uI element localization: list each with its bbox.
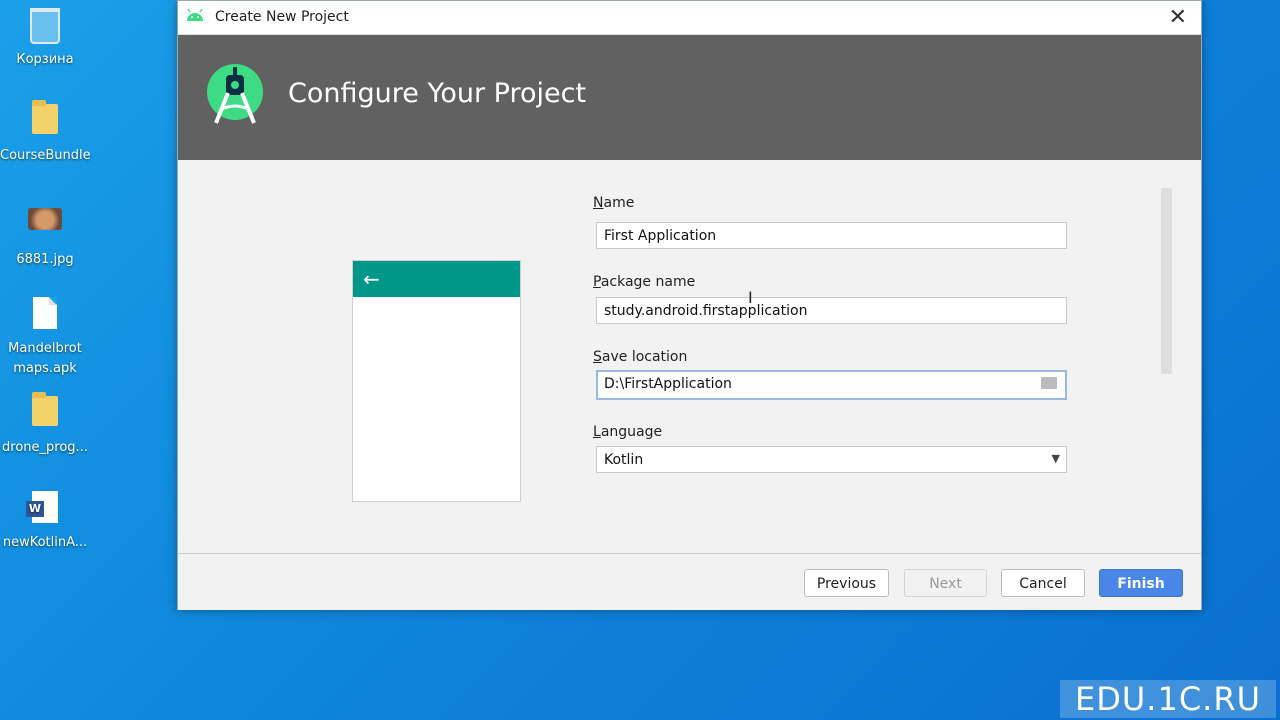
dialog-footer: Previous Next Cancel Finish bbox=[178, 553, 1201, 610]
folder-icon bbox=[25, 100, 65, 144]
header-banner: Configure Your Project bbox=[178, 35, 1201, 160]
desktop-icon-label: drone_prog... bbox=[2, 440, 88, 455]
page-title: Configure Your Project bbox=[288, 78, 587, 109]
name-label: Name bbox=[593, 195, 635, 211]
dialog-title: Create New Project bbox=[215, 9, 349, 25]
language-select[interactable]: Kotlin ▼ bbox=[596, 446, 1067, 473]
browse-folder-icon[interactable] bbox=[1041, 377, 1057, 389]
package-name-label: Package name bbox=[593, 274, 696, 290]
folder-icon bbox=[25, 392, 65, 436]
back-arrow-icon: ← bbox=[363, 267, 380, 291]
package-name-input[interactable]: study.android.firstapplication bbox=[596, 297, 1067, 324]
dialog-titlebar: Create New Project ✕ bbox=[178, 1, 1201, 35]
desktop-icon-apk-file[interactable]: Mandelbrot maps.apk bbox=[0, 294, 90, 379]
finish-button[interactable]: Finish bbox=[1099, 569, 1183, 597]
desktop-icon-image-file[interactable]: 6881.jpg bbox=[0, 198, 90, 270]
cancel-button[interactable]: Cancel bbox=[1001, 569, 1085, 597]
next-button[interactable]: Next bbox=[904, 569, 987, 597]
watermark: EDU.1C.RU bbox=[1060, 680, 1276, 718]
preview-toolbar: ← bbox=[353, 261, 520, 297]
save-location-input[interactable]: D:\FirstApplication bbox=[596, 370, 1067, 400]
file-icon bbox=[25, 297, 65, 337]
desktop-icon-label: Корзина bbox=[16, 52, 74, 67]
desktop-icon-word-doc[interactable]: W newKotlinA... bbox=[0, 488, 90, 553]
vertical-scrollbar[interactable] bbox=[1161, 188, 1172, 374]
activity-preview: ← bbox=[352, 260, 521, 502]
desktop-icon-label: 6881.jpg bbox=[16, 252, 74, 267]
android-studio-logo-icon bbox=[207, 64, 263, 124]
desktop-icon-coursebundle[interactable]: CourseBundle bbox=[0, 100, 91, 166]
dialog-body: ← Name First Application Package name st… bbox=[178, 160, 1201, 553]
name-input[interactable]: First Application bbox=[596, 222, 1067, 249]
language-label: Language bbox=[593, 424, 663, 440]
desktop-icon-recycle-bin[interactable]: Корзина bbox=[0, 4, 90, 70]
save-location-label: Save location bbox=[593, 349, 688, 365]
previous-button[interactable]: Previous bbox=[804, 569, 889, 597]
close-icon[interactable]: ✕ bbox=[1169, 5, 1187, 30]
create-project-dialog: Create New Project ✕ Configure Your Proj… bbox=[177, 0, 1202, 610]
desktop-icon-label: CourseBundle bbox=[0, 148, 91, 163]
desktop-icon-label: Mandelbrot maps.apk bbox=[8, 341, 82, 376]
desktop-icon-drone-folder[interactable]: drone_prog... bbox=[0, 392, 90, 458]
image-file-icon bbox=[25, 208, 65, 248]
chevron-down-icon[interactable]: ▼ bbox=[1052, 452, 1060, 465]
recycle-bin-icon bbox=[25, 8, 65, 48]
word-document-icon: W bbox=[25, 491, 65, 531]
desktop-icon-label: newKotlinA... bbox=[2, 535, 88, 550]
text-cursor-icon: I bbox=[748, 288, 753, 307]
android-icon bbox=[187, 9, 203, 21]
